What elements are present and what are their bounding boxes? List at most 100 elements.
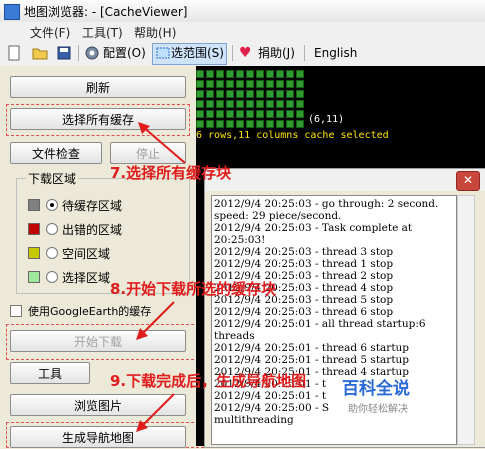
cache-tile[interactable] <box>196 100 204 108</box>
menu-tools[interactable]: 工具(T) <box>82 24 123 41</box>
select-range-button[interactable]: 选范围(S) <box>152 43 227 65</box>
cache-tile[interactable] <box>266 90 274 98</box>
file-check-button[interactable]: 文件检查 <box>10 142 102 164</box>
cache-tile[interactable] <box>286 110 294 118</box>
refresh-button[interactable]: 刷新 <box>10 76 186 98</box>
cache-tile[interactable] <box>206 70 214 78</box>
cache-tile[interactable] <box>196 120 204 128</box>
cache-tile[interactable] <box>216 120 224 128</box>
cache-tile[interactable] <box>256 120 264 128</box>
close-icon[interactable]: ✕ <box>456 171 480 191</box>
config-button[interactable]: 配置(O) <box>101 43 148 63</box>
new-file-icon[interactable] <box>6 45 22 61</box>
cache-tile[interactable] <box>266 100 274 108</box>
cache-tile[interactable] <box>256 90 264 98</box>
cache-tile[interactable] <box>256 70 264 78</box>
cache-tile[interactable] <box>196 90 204 98</box>
cache-tile[interactable] <box>206 110 214 118</box>
cache-tile[interactable] <box>266 70 274 78</box>
save-icon[interactable] <box>56 45 72 61</box>
google-earth-cache-checkbox[interactable] <box>10 305 22 317</box>
tools-button[interactable]: 工具 <box>10 362 90 384</box>
watermark: 百科全说 助你轻松解决 <box>334 372 444 422</box>
cache-tile[interactable] <box>296 90 304 98</box>
cache-tile[interactable] <box>236 110 244 118</box>
radio-selected[interactable] <box>46 271 58 283</box>
cache-tile[interactable] <box>196 110 204 118</box>
cache-tile[interactable] <box>246 110 254 118</box>
cache-tile[interactable] <box>216 70 224 78</box>
cache-tile[interactable] <box>286 70 294 78</box>
cache-tile[interactable] <box>236 120 244 128</box>
cache-tile[interactable] <box>286 90 294 98</box>
toolbar-separator <box>304 45 305 61</box>
open-folder-icon[interactable] <box>32 45 48 61</box>
cache-tile[interactable] <box>216 90 224 98</box>
gear-icon <box>85 46 99 60</box>
cache-tile[interactable] <box>206 90 214 98</box>
cache-tile[interactable] <box>236 100 244 108</box>
english-button[interactable]: English <box>312 43 359 63</box>
cache-tile[interactable] <box>226 120 234 128</box>
cache-tile[interactable] <box>276 120 284 128</box>
cache-tile[interactable] <box>276 80 284 88</box>
cache-tile[interactable] <box>296 120 304 128</box>
cache-tile[interactable] <box>216 80 224 88</box>
heart-icon: ♥ <box>239 45 252 61</box>
cache-tile[interactable] <box>276 100 284 108</box>
window-title: 地图浏览器: - [CacheViewer] <box>24 5 188 19</box>
log-scrollbar[interactable] <box>457 195 475 445</box>
select-range-icon <box>156 47 170 59</box>
cache-tile[interactable] <box>276 110 284 118</box>
cache-tile[interactable] <box>256 80 264 88</box>
selection-status: 6 rows,11 columns cache selected <box>196 130 389 141</box>
cache-tile[interactable] <box>296 70 304 78</box>
toolbar-separator <box>78 45 79 61</box>
cache-tile[interactable] <box>266 110 274 118</box>
cache-tile[interactable] <box>246 120 254 128</box>
cache-tile[interactable] <box>256 110 264 118</box>
cache-tile[interactable] <box>246 70 254 78</box>
menu-help[interactable]: 帮助(H) <box>134 24 176 41</box>
cache-tile[interactable] <box>276 90 284 98</box>
cache-tile[interactable] <box>226 70 234 78</box>
cache-tile[interactable] <box>296 110 304 118</box>
cache-tile[interactable] <box>206 120 214 128</box>
cache-tile-grid[interactable] <box>196 70 306 128</box>
cache-tile[interactable] <box>226 110 234 118</box>
cache-tile[interactable] <box>196 70 204 78</box>
radio-error-label: 出错的区域 <box>62 223 123 237</box>
cache-tile[interactable] <box>206 80 214 88</box>
radio-cached-label: 待缓存区域 <box>62 199 123 213</box>
cache-tile[interactable] <box>246 100 254 108</box>
watermark-slogan: 助你轻松解决 <box>348 404 408 415</box>
radio-error[interactable] <box>46 223 58 235</box>
app-icon <box>4 4 20 20</box>
radio-cached[interactable] <box>46 199 58 211</box>
cache-tile[interactable] <box>236 90 244 98</box>
cache-tile[interactable] <box>236 80 244 88</box>
cache-tile[interactable] <box>226 100 234 108</box>
cache-tile[interactable] <box>236 70 244 78</box>
legend-error-swatch <box>28 223 40 235</box>
cache-tile[interactable] <box>286 100 294 108</box>
donate-button[interactable]: 捐助(J) <box>256 43 297 63</box>
cache-tile[interactable] <box>216 110 224 118</box>
cache-tile[interactable] <box>216 100 224 108</box>
cache-tile[interactable] <box>256 100 264 108</box>
cache-tile[interactable] <box>226 90 234 98</box>
cache-tile[interactable] <box>246 90 254 98</box>
cache-tile[interactable] <box>296 80 304 88</box>
cache-tile[interactable] <box>276 70 284 78</box>
cache-tile[interactable] <box>286 120 294 128</box>
cache-tile[interactable] <box>196 80 204 88</box>
cache-tile[interactable] <box>286 80 294 88</box>
menu-file[interactable]: 文件(F) <box>30 24 70 41</box>
cache-tile[interactable] <box>226 80 234 88</box>
cache-tile[interactable] <box>296 100 304 108</box>
cache-tile[interactable] <box>246 80 254 88</box>
cache-tile[interactable] <box>266 80 274 88</box>
radio-space[interactable] <box>46 247 58 259</box>
cache-tile[interactable] <box>206 100 214 108</box>
cache-tile[interactable] <box>266 120 274 128</box>
